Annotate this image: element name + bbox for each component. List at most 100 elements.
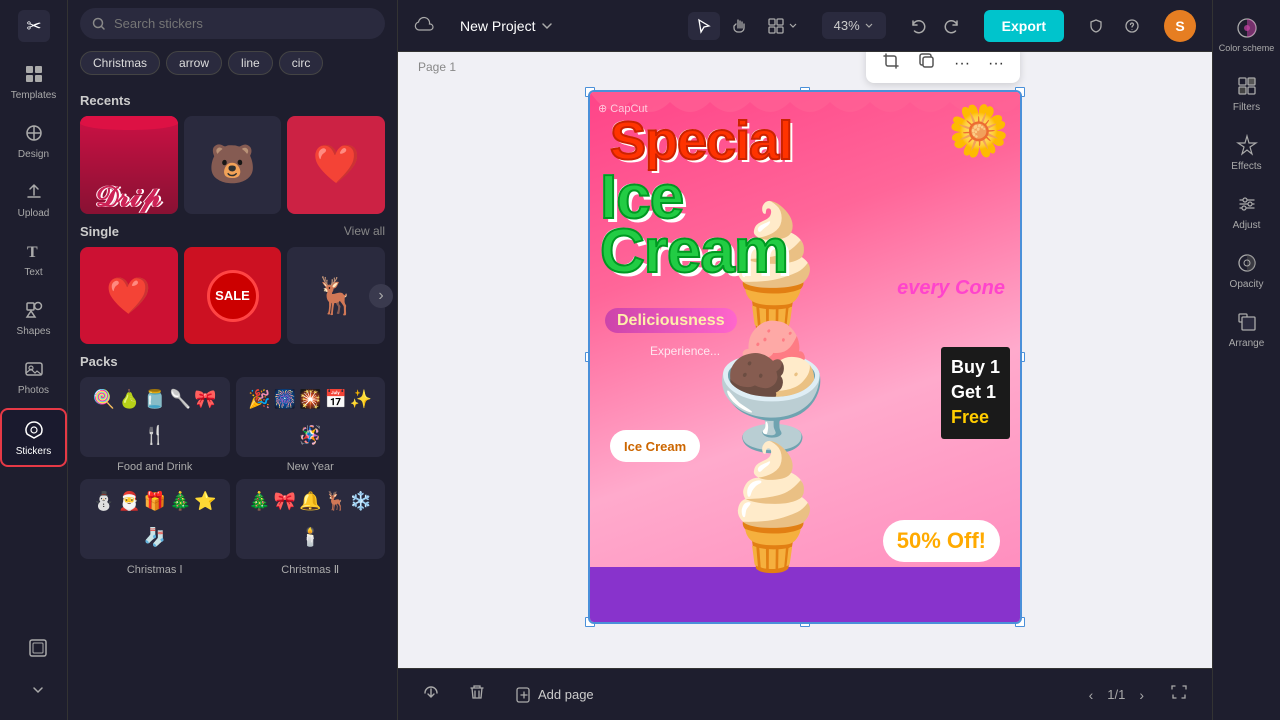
canvas-content[interactable]: ⊕ CapCut 🌼 Specia xyxy=(590,92,1020,622)
right-item-effects[interactable]: Effects xyxy=(1213,125,1280,180)
pack-item-food[interactable]: 🍭 🍐 🫙 🥄 🎀 🍴 xyxy=(80,377,230,457)
hand-tool-button[interactable] xyxy=(724,12,756,40)
templates-icon xyxy=(22,62,46,86)
sidebar-item-more[interactable] xyxy=(18,670,58,710)
header-right-tools xyxy=(1080,12,1148,40)
chevron-down-icon xyxy=(26,678,50,702)
more-options-2-button[interactable]: ··· xyxy=(980,52,1012,77)
view-all-button[interactable]: View all xyxy=(344,224,385,238)
sticker-recent-1[interactable]: 🐻 xyxy=(184,116,282,214)
fullscreen-icon xyxy=(1170,683,1188,701)
pack-item-xmas1[interactable]: ⛄ 🎅 🎁 🎄 ⭐ 🧦 xyxy=(80,479,230,559)
help-button[interactable] xyxy=(1116,12,1148,40)
pack-food-drink[interactable]: 🍭 🍐 🫙 🥄 🎀 🍴 Food and Drink xyxy=(80,377,230,473)
flower-decoration: 🌼 xyxy=(948,102,1010,161)
more-options-button[interactable]: ··· xyxy=(946,52,978,77)
text-icon: T xyxy=(22,239,46,263)
single-section-header: Single View all xyxy=(80,224,385,239)
sidebar-item-shapes[interactable]: Shapes xyxy=(0,290,67,345)
sidebar-label-shapes: Shapes xyxy=(17,326,51,337)
app-logo: ✂ xyxy=(16,8,52,44)
redo-button[interactable] xyxy=(936,12,968,40)
copy-button[interactable] xyxy=(910,52,944,79)
redo-icon xyxy=(944,18,960,34)
selection-toolbar: ··· ··· xyxy=(866,52,1020,83)
sidebar-label-photos: Photos xyxy=(18,385,49,396)
sidebar-label-upload: Upload xyxy=(18,208,50,219)
sticker-recent-2[interactable]: ❤️ xyxy=(287,116,385,214)
page-label: Page 1 xyxy=(418,60,456,74)
pack-item-xmas2[interactable]: 🎄 🎀 🔔 🦌 ❄️ 🕯️ xyxy=(236,479,386,559)
single-title: Single xyxy=(80,224,119,239)
right-panel: Color scheme Filters Effects xyxy=(1212,0,1280,720)
save-bottom-button[interactable] xyxy=(414,677,448,712)
add-page-button[interactable]: Add page xyxy=(506,681,604,709)
right-item-arrange[interactable]: Arrange xyxy=(1213,302,1280,357)
prev-page-button[interactable]: ‹ xyxy=(1083,683,1100,707)
frames-icon xyxy=(26,636,50,660)
pack-christmas-2[interactable]: 🎄 🎀 🔔 🦌 ❄️ 🕯️ Christmas Ⅱ xyxy=(236,479,386,576)
right-item-adjust[interactable]: Adjust xyxy=(1213,184,1280,239)
right-item-colorscheme[interactable]: Color scheme xyxy=(1213,8,1280,62)
tag-line[interactable]: line xyxy=(228,51,273,75)
zoom-button[interactable]: 43% xyxy=(822,12,886,39)
crop-icon xyxy=(882,52,900,70)
project-name-button[interactable]: New Project xyxy=(450,12,563,40)
sidebar-label-design: Design xyxy=(18,149,49,160)
layout-tool-button[interactable] xyxy=(760,12,806,40)
right-label-filters: Filters xyxy=(1233,102,1260,113)
user-avatar[interactable]: S xyxy=(1164,10,1196,42)
poster-purple-bar xyxy=(590,567,1020,622)
tag-arrow[interactable]: arrow xyxy=(166,51,222,75)
page-nav: ‹ 1/1 › xyxy=(1083,683,1150,707)
sticker-single-heart[interactable]: ❤️ xyxy=(80,247,178,345)
sidebar-item-frames[interactable] xyxy=(18,628,58,668)
color-scheme-icon xyxy=(1235,16,1259,40)
poster-cloud-discount: 50% Off! xyxy=(883,520,1000,562)
svg-text:✂: ✂ xyxy=(26,16,41,36)
fullscreen-button[interactable] xyxy=(1162,677,1196,712)
search-bar[interactable] xyxy=(80,8,385,39)
pack-item-newyear[interactable]: 🎉 🎆 🎇 📅 ✨ 🪅 xyxy=(236,377,386,457)
poster-bg: ⊕ CapCut 🌼 Specia xyxy=(590,92,1020,622)
crop-button[interactable] xyxy=(874,52,908,79)
shield-button[interactable] xyxy=(1080,12,1112,40)
export-button[interactable]: Export xyxy=(984,10,1064,42)
right-label-arrange: Arrange xyxy=(1229,338,1265,349)
canvas-wrapper: ··· ··· ⊕ CapCut xyxy=(590,92,1020,622)
sidebar-item-templates[interactable]: Templates xyxy=(0,54,67,109)
tag-row: Christmas arrow line circ xyxy=(68,47,397,83)
tag-circ[interactable]: circ xyxy=(279,51,324,75)
sticker-recent-0[interactable]: 𝓓𝓻𝓲𝓹 xyxy=(80,116,178,214)
undo-button[interactable] xyxy=(902,12,934,40)
sidebar-label-templates: Templates xyxy=(11,90,57,101)
dropdown-chevron-icon xyxy=(541,20,553,32)
right-item-opacity[interactable]: Opacity xyxy=(1213,243,1280,298)
stickers-icon xyxy=(22,418,46,442)
adjust-icon xyxy=(1235,192,1259,216)
stickers-panel: Christmas arrow line circ Recents 𝓓𝓻𝓲𝓹 🐻… xyxy=(68,0,398,720)
poster-icecream-text: Ice Cream xyxy=(600,167,788,283)
svg-text:T: T xyxy=(27,244,38,261)
search-input[interactable] xyxy=(114,16,373,31)
pack-label-xmas1: Christmas Ⅰ xyxy=(80,563,230,576)
sidebar-item-design[interactable]: Design xyxy=(0,113,67,168)
topbar: New Project xyxy=(398,0,1212,52)
pack-christmas-1[interactable]: ⛄ 🎅 🎁 🎄 ⭐ 🧦 Christmas Ⅰ xyxy=(80,479,230,576)
sidebar-item-text[interactable]: T Text xyxy=(0,231,67,286)
singles-next-arrow[interactable]: › xyxy=(369,284,393,308)
sidebar-item-stickers[interactable]: Stickers xyxy=(0,408,67,467)
tag-christmas[interactable]: Christmas xyxy=(80,51,160,75)
sticker-single-sale[interactable]: SALE xyxy=(184,247,282,345)
pack-new-year[interactable]: 🎉 🎆 🎇 📅 ✨ 🪅 New Year xyxy=(236,377,386,473)
cursor-icon xyxy=(696,18,712,34)
sidebar-item-photos[interactable]: Photos xyxy=(0,349,67,404)
right-item-filters[interactable]: Filters xyxy=(1213,66,1280,121)
singles-grid: ❤️ SALE 🦌 › xyxy=(80,247,385,345)
delete-bottom-button[interactable] xyxy=(460,677,494,712)
undo-redo-group xyxy=(902,12,968,40)
sidebar-item-upload[interactable]: Upload xyxy=(0,172,67,227)
select-tool-button[interactable] xyxy=(688,12,720,40)
svg-text:⊕ CapCut: ⊕ CapCut xyxy=(598,103,648,115)
next-page-button[interactable]: › xyxy=(1133,683,1150,707)
